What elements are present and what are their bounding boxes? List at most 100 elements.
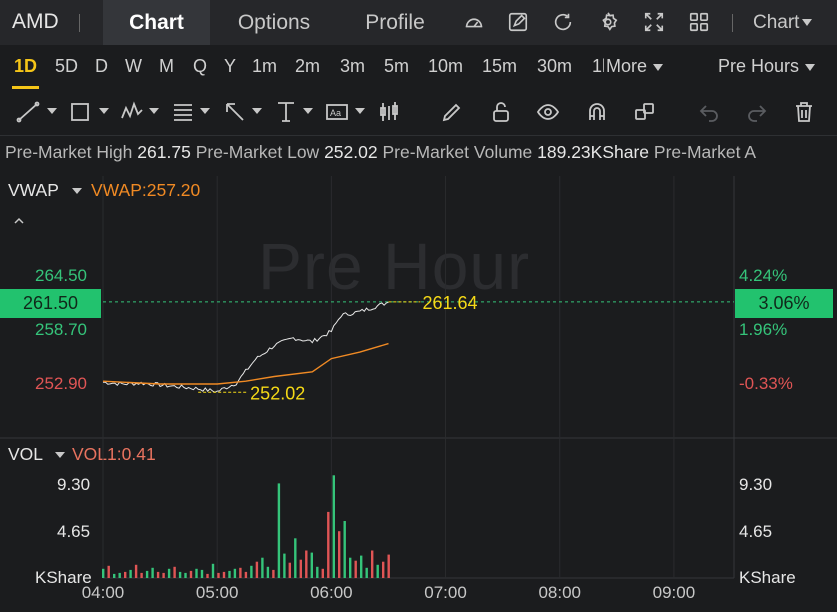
pattern-icon[interactable] xyxy=(120,100,148,124)
rectangle-icon[interactable] xyxy=(68,100,96,124)
volume-axis-label: 4.65 xyxy=(739,522,773,541)
volume-bar xyxy=(222,571,226,578)
indicator-vwap-value: VWAP:257.20 xyxy=(91,180,201,200)
period-1d[interactable]: 1D xyxy=(14,56,37,77)
caret-down-icon[interactable] xyxy=(149,108,159,114)
redo-icon[interactable] xyxy=(745,100,773,124)
period-d[interactable]: D xyxy=(95,56,108,77)
caret-down-icon[interactable] xyxy=(252,108,262,114)
time-axis-label: 07:00 xyxy=(424,583,467,602)
volume-bar xyxy=(343,521,346,578)
percent-axis-label: 1.96% xyxy=(739,320,788,339)
trash-icon[interactable] xyxy=(792,100,820,124)
fullscreen-icon[interactable] xyxy=(643,11,665,33)
session-selector[interactable]: Pre Hours xyxy=(718,56,816,77)
magnet-icon[interactable] xyxy=(585,100,613,124)
caret-down-icon[interactable] xyxy=(303,108,313,114)
period-1h[interactable]: 1h xyxy=(592,56,604,77)
pencil-icon[interactable] xyxy=(440,100,468,124)
period-more-button[interactable]: More xyxy=(606,56,664,77)
period-y[interactable]: Y xyxy=(224,56,236,77)
price-line xyxy=(102,301,389,393)
volume-bar xyxy=(266,566,270,578)
volume-bar xyxy=(178,571,182,578)
time-axis-label: 06:00 xyxy=(310,583,353,602)
period-1m[interactable]: 1m xyxy=(252,56,277,77)
session-watermark: Pre Hour xyxy=(258,229,531,303)
volume-bar xyxy=(145,570,149,578)
period-5d[interactable]: 5D xyxy=(55,56,78,77)
volume-bar xyxy=(299,559,302,578)
symbol-label[interactable]: AMD xyxy=(12,10,59,34)
volume-bar xyxy=(102,568,105,578)
time-axis-label: 05:00 xyxy=(196,583,239,602)
candle-icon[interactable] xyxy=(377,100,405,124)
volume-bar xyxy=(294,538,297,578)
volume-axis-label: 4.65 xyxy=(57,522,91,541)
text-note-icon[interactable]: Aa xyxy=(325,100,353,124)
tab-profile[interactable]: Profile xyxy=(350,0,440,45)
volume-bar xyxy=(327,511,330,578)
unlock-icon[interactable] xyxy=(489,100,517,124)
volume-bar xyxy=(349,557,352,578)
high-value: 261.75 xyxy=(137,142,191,162)
layers-icon[interactable] xyxy=(633,100,661,124)
refresh-icon[interactable] xyxy=(552,11,574,33)
caret-down-icon[interactable] xyxy=(200,108,210,114)
indicator-vol-label[interactable]: VOL xyxy=(8,444,43,465)
undo-icon[interactable] xyxy=(697,100,725,124)
period-q[interactable]: Q xyxy=(193,56,207,77)
chevron-up-icon[interactable] xyxy=(14,213,24,224)
caret-down-icon[interactable] xyxy=(72,188,82,194)
indicator-vwap-label[interactable]: VWAP xyxy=(8,180,59,201)
tab-options[interactable]: Options xyxy=(222,0,326,45)
caret-down-icon[interactable] xyxy=(355,108,365,114)
volume-bar xyxy=(376,564,379,578)
period-m[interactable]: M xyxy=(159,56,174,77)
active-period-indicator xyxy=(12,86,39,89)
period-30m[interactable]: 30m xyxy=(537,56,572,77)
last-percent-badge: 3.06% xyxy=(735,289,833,318)
volume-axis-label: 9.30 xyxy=(57,475,91,494)
indicator-vol-value: VOL1:0.41 xyxy=(72,444,156,464)
eye-icon[interactable] xyxy=(536,100,564,124)
percent-axis-label: 4.24% xyxy=(739,266,788,285)
volume-bar xyxy=(360,555,363,578)
period-3m[interactable]: 3m xyxy=(340,56,365,77)
volume-bar xyxy=(173,566,176,578)
edit-icon[interactable] xyxy=(507,11,529,33)
premarket-stats: Pre-Market High 261.75 Pre-Market Low 25… xyxy=(0,142,837,168)
settings-icon[interactable] xyxy=(597,11,619,33)
fib-icon[interactable] xyxy=(171,100,199,124)
more-label: More xyxy=(606,56,648,76)
caret-down-icon[interactable] xyxy=(99,108,109,114)
tab-chart[interactable]: Chart xyxy=(103,0,210,45)
high-label: Pre-Market High xyxy=(5,142,133,162)
volume-bar xyxy=(288,562,291,578)
period-5m[interactable]: 5m xyxy=(384,56,409,77)
extra-label: Pre-Market A xyxy=(653,142,757,162)
period-2m[interactable]: 2m xyxy=(295,56,320,77)
volume-bar xyxy=(250,565,253,578)
volume-bar xyxy=(195,568,198,578)
percent-axis-label: -0.33% xyxy=(739,374,793,393)
period-15m[interactable]: 15m xyxy=(482,56,517,77)
caret-down-icon[interactable] xyxy=(47,108,57,114)
price-axis-label: 264.50 xyxy=(35,266,87,285)
period-10m[interactable]: 10m xyxy=(428,56,463,77)
grid-icon[interactable] xyxy=(688,11,710,33)
trend-line-icon[interactable] xyxy=(16,100,44,124)
divider xyxy=(732,14,733,32)
price-range-icon[interactable] xyxy=(274,100,302,124)
volume-bar xyxy=(305,550,308,578)
volume-bar xyxy=(206,573,209,578)
arrow-icon[interactable] xyxy=(223,100,251,124)
caret-down-icon[interactable] xyxy=(55,452,65,458)
period-w[interactable]: W xyxy=(125,56,142,77)
caret-down-icon xyxy=(802,19,813,27)
vwap-line xyxy=(102,342,389,385)
gauge-icon[interactable] xyxy=(463,11,485,33)
volume-bar xyxy=(134,564,138,578)
volume-bar xyxy=(283,553,286,578)
chart-menu[interactable]: Chart xyxy=(753,12,813,34)
